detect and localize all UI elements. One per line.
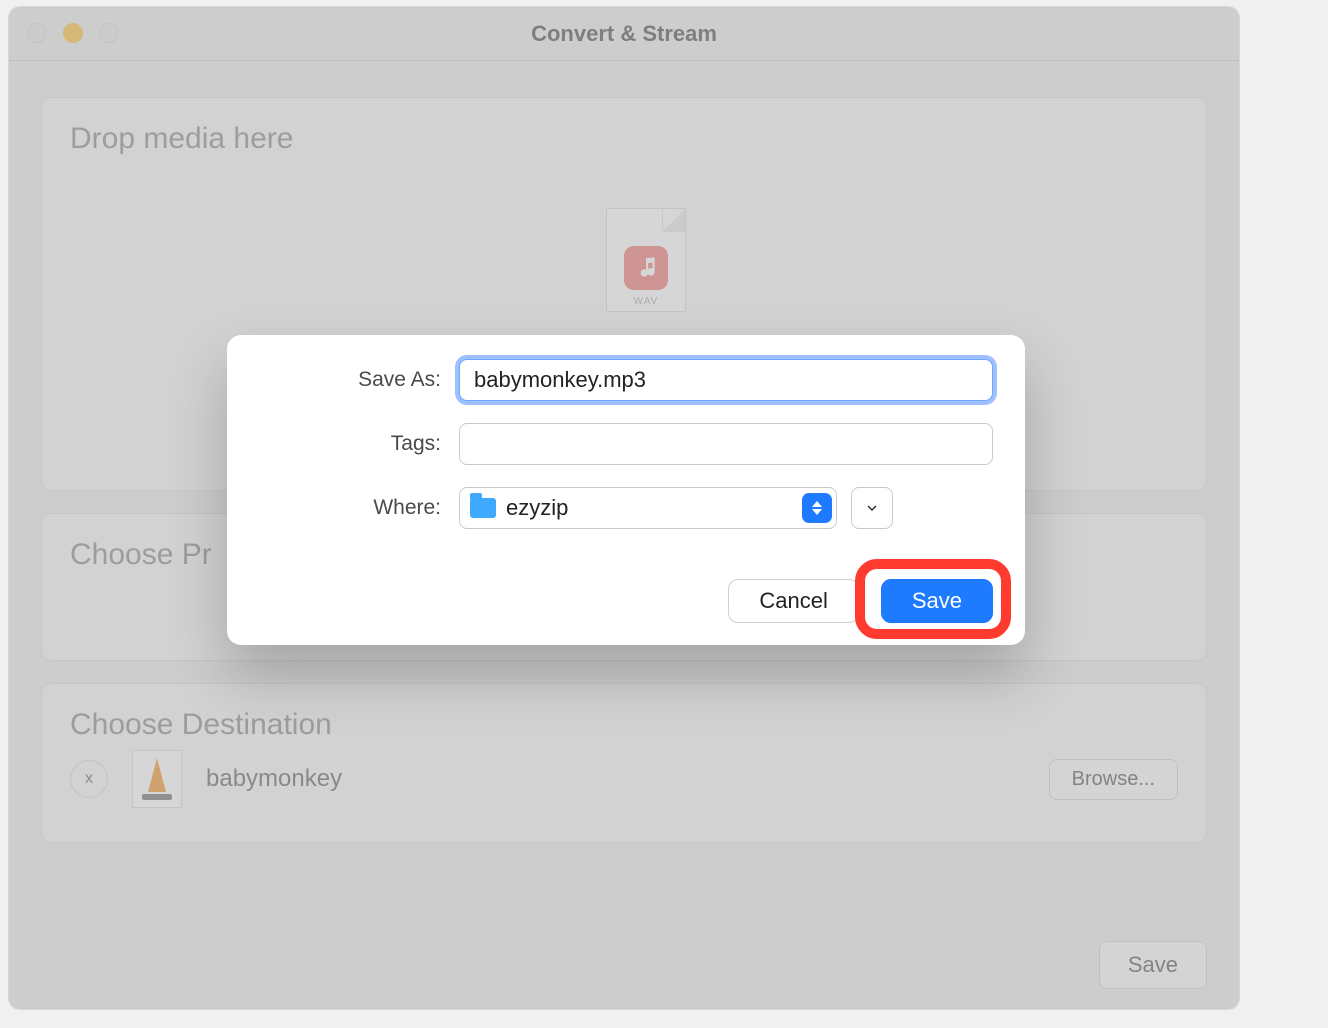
expand-dialog-button[interactable] <box>851 487 893 529</box>
window-zoom-button[interactable] <box>99 23 119 43</box>
file-extension-label: WAV <box>634 296 659 307</box>
titlebar: Convert & Stream <box>9 7 1239 61</box>
browse-button[interactable]: Browse... <box>1049 759 1178 800</box>
select-stepper-icon <box>802 493 832 523</box>
drop-media-title: Drop media here <box>42 98 1206 164</box>
save-button[interactable]: Save <box>881 579 993 623</box>
save-as-input[interactable] <box>459 359 993 401</box>
chevron-down-icon <box>864 500 880 516</box>
vlc-cone-icon <box>138 758 176 800</box>
cancel-button[interactable]: Cancel <box>728 579 858 623</box>
footer-save-button[interactable]: Save <box>1099 941 1207 989</box>
where-folder-name: ezyzip <box>506 495 568 521</box>
tags-label: Tags: <box>259 432 459 456</box>
where-label: Where: <box>259 496 459 520</box>
save-as-label: Save As: <box>259 368 459 392</box>
app-window: Convert & Stream Drop media here WAV Cho… <box>8 6 1240 1010</box>
window-close-button[interactable] <box>27 23 47 43</box>
window-controls <box>27 23 119 43</box>
folder-icon <box>470 498 496 518</box>
where-folder-select[interactable]: ezyzip <box>459 487 837 529</box>
clear-destination-button[interactable]: x <box>70 760 108 798</box>
vlc-file-icon <box>132 750 182 808</box>
window-title: Convert & Stream <box>531 21 717 47</box>
tags-input[interactable] <box>459 423 993 465</box>
dropped-file-thumbnail[interactable]: WAV <box>606 208 686 312</box>
save-dialog: Save As: Tags: Where: ezyzip Cancel Save <box>227 335 1025 645</box>
choose-destination-title: Choose Destination <box>42 684 1206 750</box>
choose-destination-panel: Choose Destination x babymonkey Browse..… <box>41 683 1207 843</box>
window-minimize-button[interactable] <box>63 23 83 43</box>
destination-filename: babymonkey <box>206 765 342 793</box>
audio-file-icon <box>624 246 668 290</box>
